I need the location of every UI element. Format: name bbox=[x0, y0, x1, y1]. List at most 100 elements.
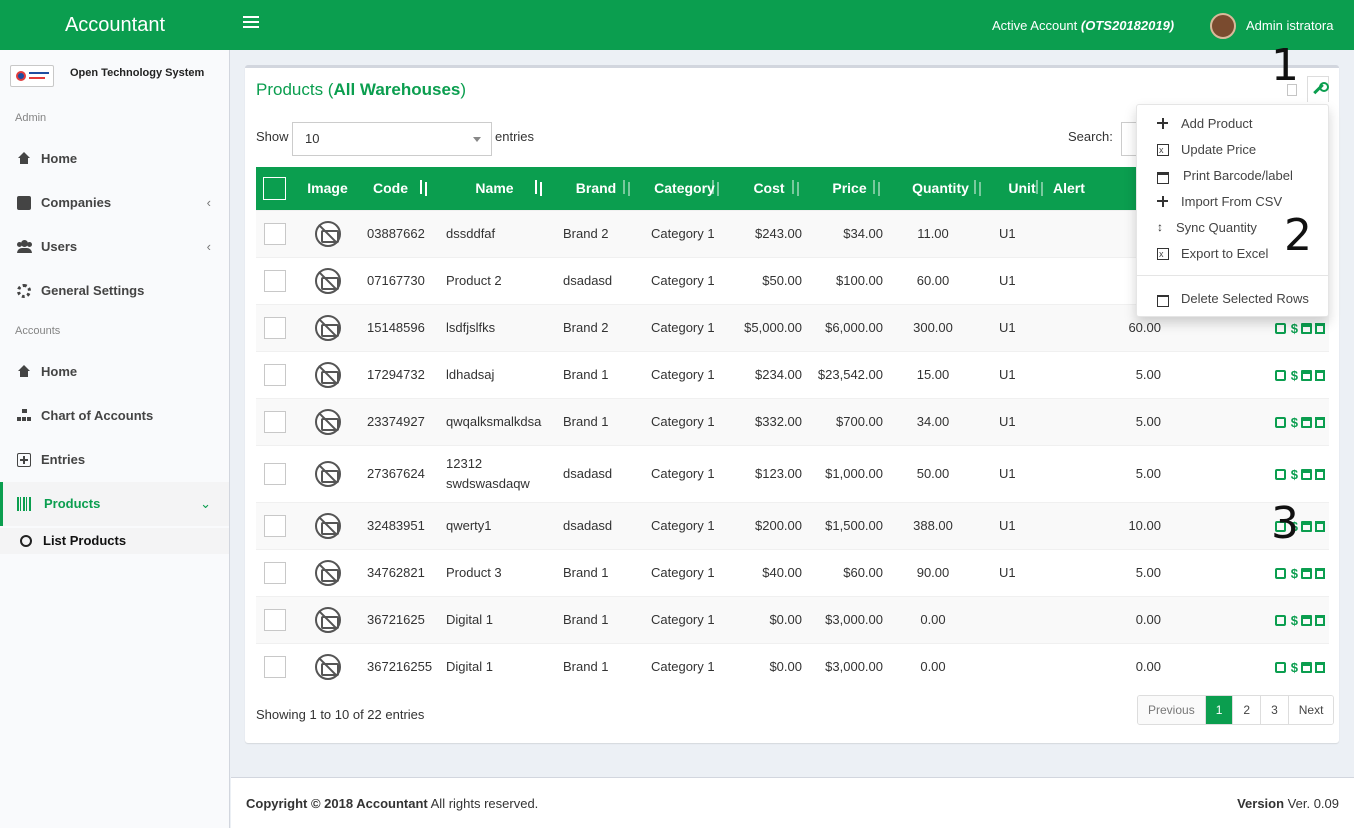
table-row[interactable]: 17294732 ldhadsaj Brand 1 Category 1 $234.00… bbox=[256, 351, 1329, 398]
column-header-price[interactable]: Price bbox=[809, 167, 890, 210]
page-title: Products (All Warehouses) bbox=[256, 80, 466, 100]
brand-cell: Brand 1 bbox=[563, 565, 609, 580]
chevron-left-icon: ‹ bbox=[206, 239, 211, 254]
column-header-name[interactable]: Name bbox=[437, 167, 552, 210]
pagination-page-1[interactable]: 1 bbox=[1204, 696, 1233, 724]
menu-item-update-price[interactable]: Update Price bbox=[1137, 137, 1328, 163]
dollar-icon[interactable]: $ bbox=[1289, 416, 1298, 429]
pagination-page-2[interactable]: 2 bbox=[1232, 696, 1261, 724]
sidebar-item-users[interactable]: Users ‹ bbox=[0, 225, 229, 269]
image-cell bbox=[296, 398, 359, 445]
name-cell: qwqalksmalkdsa bbox=[446, 413, 542, 429]
sidebar-item-chart-of-accounts[interactable]: Chart of Accounts bbox=[0, 394, 229, 438]
row-select-cell bbox=[256, 304, 296, 351]
table-row[interactable]: 27367624 12312 swdswasdaqw dsadasd Category… bbox=[256, 445, 1329, 502]
row-checkbox[interactable] bbox=[264, 561, 286, 584]
dollar-icon[interactable]: $ bbox=[1289, 567, 1298, 580]
trash-icon[interactable] bbox=[1315, 370, 1325, 382]
sidebar-subitem-list-products[interactable]: List Products bbox=[0, 528, 229, 554]
trash-icon[interactable] bbox=[1315, 323, 1325, 335]
column-header-unit[interactable]: Unit bbox=[991, 167, 1053, 210]
plus-icon bbox=[1157, 196, 1169, 208]
print-icon[interactable] bbox=[1301, 323, 1312, 335]
row-checkbox[interactable] bbox=[264, 222, 286, 245]
row-checkbox[interactable] bbox=[264, 514, 286, 537]
column-header-category[interactable]: Category bbox=[640, 167, 729, 210]
edit-icon[interactable] bbox=[1275, 323, 1286, 335]
cost-cell: $5,000.00 bbox=[744, 320, 802, 335]
pagination-page-3[interactable]: 3 bbox=[1260, 696, 1288, 724]
column-header-cost[interactable]: Cost bbox=[729, 167, 809, 210]
column-header-quantity[interactable]: Quantity bbox=[890, 167, 991, 210]
row-checkbox[interactable] bbox=[264, 608, 286, 631]
select-all-checkbox[interactable] bbox=[263, 176, 286, 200]
row-select-cell bbox=[256, 643, 296, 690]
print-icon[interactable] bbox=[1301, 662, 1312, 674]
unit-cell bbox=[991, 596, 1053, 643]
pagination-next[interactable]: Next bbox=[1287, 696, 1334, 724]
row-checkbox[interactable] bbox=[264, 410, 286, 433]
tasks-wrench-icon[interactable] bbox=[1307, 76, 1329, 102]
print-icon[interactable] bbox=[1301, 417, 1312, 429]
row-checkbox[interactable] bbox=[264, 462, 286, 485]
row-checkbox[interactable] bbox=[264, 363, 286, 386]
trash-icon[interactable] bbox=[1315, 662, 1325, 674]
dollar-icon[interactable]: $ bbox=[1289, 468, 1298, 481]
edit-icon[interactable] bbox=[1275, 615, 1286, 627]
sidebar-item-home[interactable]: Home bbox=[0, 137, 229, 181]
table-row[interactable]: 34762821 Product 3 Brand 1 Category 1 $40.00… bbox=[256, 549, 1329, 596]
edit-icon[interactable] bbox=[1275, 417, 1286, 429]
sort-icon bbox=[872, 180, 884, 196]
menu-item-delete-selected[interactable]: Delete Selected Rows bbox=[1137, 286, 1328, 312]
row-checkbox[interactable] bbox=[264, 655, 286, 678]
print-icon[interactable] bbox=[1301, 615, 1312, 627]
image-cell bbox=[296, 445, 359, 502]
edit-icon[interactable] bbox=[1275, 568, 1286, 580]
trash-icon[interactable] bbox=[1315, 568, 1325, 580]
table-row[interactable]: 36721625 Digital 1 Brand 1 Category 1 $0.00 $… bbox=[256, 596, 1329, 643]
menu-item-add-product[interactable]: Add Product bbox=[1137, 111, 1328, 137]
table-row[interactable]: 23374927 qwqalksmalkdsa Brand 1 Category 1 $… bbox=[256, 398, 1329, 445]
image-cell bbox=[296, 257, 359, 304]
sidebar-item-label: Entries bbox=[41, 452, 86, 467]
sidebar-item-accounts-home[interactable]: Home bbox=[0, 350, 229, 394]
app-logo[interactable]: Accountant bbox=[0, 0, 230, 50]
page-length-select[interactable]: 10 bbox=[292, 122, 492, 156]
row-checkbox[interactable] bbox=[264, 269, 286, 292]
print-icon[interactable] bbox=[1301, 469, 1312, 481]
book-icon bbox=[17, 196, 31, 210]
trash-icon[interactable] bbox=[1315, 521, 1325, 533]
image-cell bbox=[296, 210, 359, 257]
edit-icon[interactable] bbox=[1275, 370, 1286, 382]
version-value: Ver. 0.09 bbox=[1287, 796, 1339, 811]
dollar-icon[interactable]: $ bbox=[1289, 661, 1298, 674]
row-checkbox[interactable] bbox=[264, 316, 286, 339]
table-row[interactable]: 367216255 Digital 1 Brand 1 Category 1 $0.00… bbox=[256, 643, 1329, 690]
dollar-icon[interactable]: $ bbox=[1289, 322, 1298, 335]
unit-cell: U1 bbox=[999, 226, 1016, 241]
print-icon[interactable] bbox=[1301, 370, 1312, 382]
sidebar-item-general-settings[interactable]: General Settings bbox=[0, 269, 229, 313]
trash-icon[interactable] bbox=[1315, 417, 1325, 429]
edit-icon[interactable] bbox=[1275, 469, 1286, 481]
trash-icon[interactable] bbox=[1315, 615, 1325, 627]
edit-icon[interactable] bbox=[1275, 662, 1286, 674]
user-avatar[interactable] bbox=[1210, 13, 1236, 39]
dollar-icon[interactable]: $ bbox=[1289, 614, 1298, 627]
trash-icon[interactable] bbox=[1315, 469, 1325, 481]
sidebar-toggle-icon[interactable] bbox=[243, 16, 259, 32]
sidebar-item-entries[interactable]: Entries bbox=[0, 438, 229, 482]
pagination-previous[interactable]: Previous bbox=[1138, 696, 1205, 724]
menu-item-print-barcode[interactable]: Print Barcode/label bbox=[1137, 163, 1328, 189]
column-header-brand[interactable]: Brand bbox=[552, 167, 640, 210]
print-icon[interactable] bbox=[1301, 521, 1312, 533]
sidebar-item-companies[interactable]: Companies ‹ bbox=[0, 181, 229, 225]
brand-cell: dsadasd bbox=[563, 273, 613, 288]
table-row[interactable]: 32483951 qwerty1 dsadasd Category 1 $200.00 $… bbox=[256, 502, 1329, 549]
column-header-code[interactable]: Code bbox=[359, 167, 437, 210]
page-footer: Copyright © 2018 Accountant All rights r… bbox=[231, 777, 1354, 828]
callout-number-2: 2 bbox=[1284, 210, 1312, 261]
sidebar-item-products[interactable]: Products ⌄ bbox=[0, 482, 229, 526]
print-icon[interactable] bbox=[1301, 568, 1312, 580]
dollar-icon[interactable]: $ bbox=[1289, 369, 1298, 382]
